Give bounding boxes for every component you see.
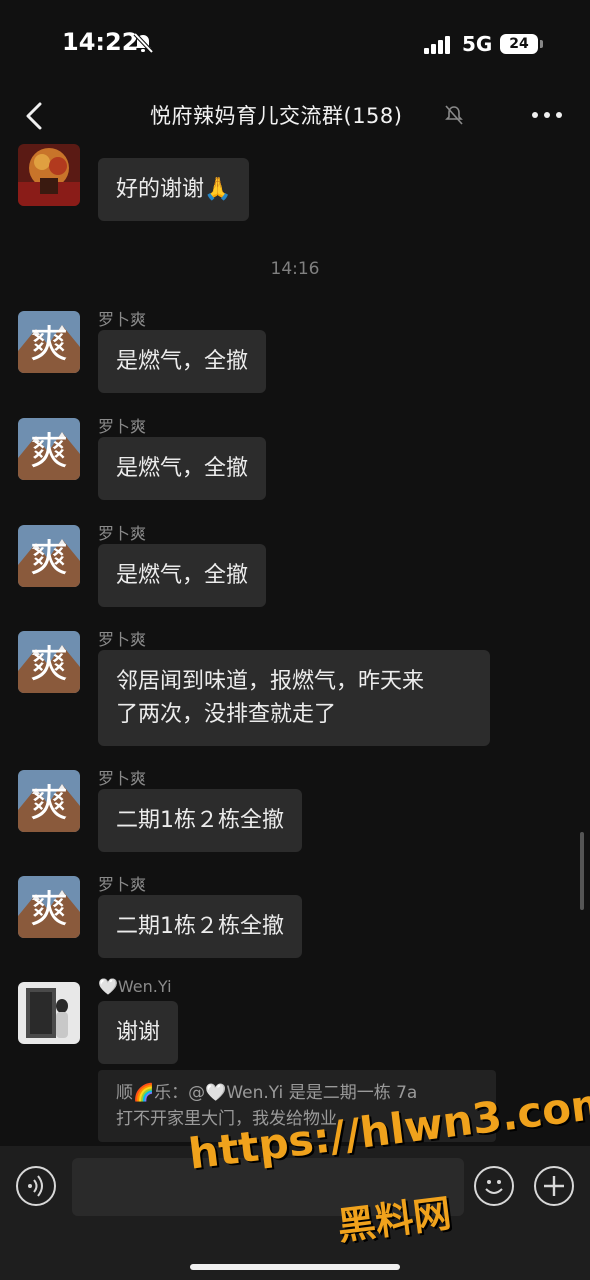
back-arrow-icon[interactable]: [20, 98, 50, 134]
avatar[interactable]: [18, 144, 80, 206]
quote-line: 顺🌈乐：@🤍Wen.Yi 是是二期一栋 7a: [116, 1083, 418, 1103]
sender-name: 罗卜爽: [98, 417, 147, 436]
quoted-message[interactable]: 顺🌈乐：@🤍Wen.Yi 是是二期一栋 7a 打不开家里大门，我发给物业: [98, 1070, 496, 1142]
battery-icon: 24: [500, 34, 538, 54]
avatar-glyph: 爽: [30, 429, 68, 473]
plus-button[interactable]: [534, 1166, 574, 1206]
message-bubble[interactable]: 邻居闻到味道，报燃气，昨天来 了两次，没排查就走了: [98, 650, 490, 746]
avatar-glyph: 爽: [30, 887, 68, 931]
input-bar: [0, 1146, 590, 1280]
status-bar: 14:22 5G 24: [0, 0, 590, 88]
avatar[interactable]: 爽: [18, 631, 80, 693]
message-bubble[interactable]: 二期1栋２栋全撤: [98, 895, 302, 958]
sender-name: 罗卜爽: [98, 630, 147, 649]
avatar-glyph: 爽: [30, 781, 68, 825]
message-bubble[interactable]: 是燃气，全撤: [98, 544, 267, 607]
sender-name: 罗卜爽: [98, 769, 147, 788]
network-type: 5G: [462, 32, 493, 56]
message-line: 邻居闻到味道，报燃气，昨天来: [116, 669, 425, 694]
chat-messages[interactable]: 好的谢谢🙏 14:16 爽 罗卜爽 是燃气，全撤 爽 罗卜爽 是燃气，全撤 爽 …: [0, 144, 590, 1144]
more-options-icon[interactable]: [530, 106, 564, 124]
avatar[interactable]: 爽: [18, 876, 80, 938]
bell-off-icon: [133, 32, 154, 54]
avatar[interactable]: [18, 982, 80, 1044]
avatar-glyph: 爽: [30, 322, 68, 366]
avatar-glyph: 爽: [30, 642, 68, 686]
message-bubble[interactable]: 二期1栋２栋全撤: [98, 789, 302, 852]
voice-button[interactable]: [16, 1166, 56, 1206]
sender-name: 🤍Wen.Yi: [98, 977, 172, 996]
timestamp: 14:16: [270, 259, 320, 279]
sender-name: 罗卜爽: [98, 875, 147, 894]
chat-title: 悦府辣妈育儿交流群(158): [150, 104, 403, 128]
avatar[interactable]: 爽: [18, 418, 80, 480]
message-bubble[interactable]: 是燃气，全撤: [98, 330, 267, 393]
message-bubble[interactable]: 谢谢: [98, 1001, 179, 1064]
avatar-glyph: 爽: [30, 536, 68, 580]
voice-icon: [28, 1175, 43, 1197]
battery-tip: [540, 40, 543, 48]
avatar[interactable]: 爽: [18, 525, 80, 587]
message-input[interactable]: [72, 1158, 464, 1216]
sender-name: 罗卜爽: [98, 310, 147, 329]
sender-name: 罗卜爽: [98, 524, 147, 543]
status-time: 14:22: [62, 28, 139, 56]
quote-line: 打不开家里大门，我发给物业: [116, 1109, 337, 1129]
avatar[interactable]: 爽: [18, 311, 80, 373]
scrollbar[interactable]: [580, 832, 584, 910]
message-line: 了两次，没排查就走了: [116, 702, 337, 727]
mute-bell-icon: [445, 105, 463, 125]
signal-icon: [424, 36, 450, 54]
avatar[interactable]: 爽: [18, 770, 80, 832]
home-indicator[interactable]: [190, 1264, 400, 1270]
message-bubble[interactable]: 好的谢谢🙏: [98, 158, 250, 221]
nav-bar: 悦府辣妈育儿交流群(158): [0, 88, 590, 144]
emoji-button[interactable]: [474, 1166, 514, 1206]
plus-icon: [544, 1176, 564, 1196]
emoji-icon: [485, 1180, 503, 1194]
message-bubble[interactable]: 是燃气，全撤: [98, 437, 267, 500]
